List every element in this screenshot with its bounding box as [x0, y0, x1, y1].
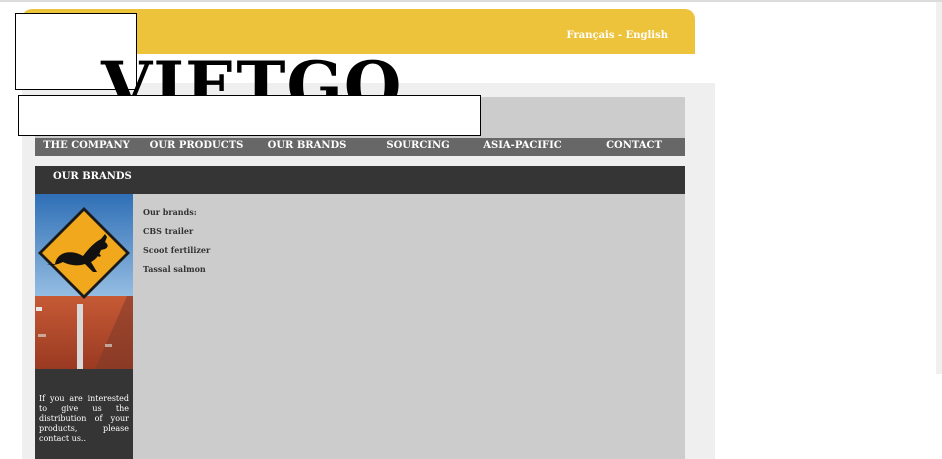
top-border: [0, 0, 942, 2]
nav-asia-pacific[interactable]: ASIA-PACIFIC: [477, 138, 568, 156]
brand-item: Tassal salmon: [143, 264, 206, 274]
brand-item: Scoot fertilizer: [143, 245, 211, 255]
brands-heading: Our brands:: [143, 207, 197, 217]
lang-separator: -: [614, 30, 626, 41]
main-nav: THE COMPANY OUR PRODUCTS OUR BRANDS SOUR…: [35, 138, 685, 156]
sidebar: If you are interested to give us the dis…: [35, 194, 133, 459]
kangaroo-crossing-sign-image: [35, 194, 133, 369]
section-header: OUR BRANDS: [35, 166, 685, 194]
nav-sourcing[interactable]: SOURCING: [359, 138, 477, 156]
nav-our-brands[interactable]: OUR BRANDS: [255, 138, 359, 156]
nav-contact[interactable]: CONTACT: [568, 138, 700, 156]
lang-english-link[interactable]: English: [626, 30, 668, 41]
scrollbar[interactable]: [936, 2, 942, 374]
language-links: Français - English: [567, 30, 668, 41]
sidebar-contact-text: If you are interested to give us the dis…: [39, 394, 129, 443]
content-area: Our brands: CBS trailer Scoot fertilizer…: [133, 194, 685, 459]
nav-our-products[interactable]: OUR PRODUCTS: [138, 138, 255, 156]
lang-french-link[interactable]: Français: [567, 30, 615, 41]
banner-placeholder-box: [18, 95, 481, 136]
nav-the-company[interactable]: THE COMPANY: [35, 138, 138, 156]
brands-list: Our brands: CBS trailer Scoot fertilizer…: [143, 207, 210, 283]
brand-item: CBS trailer: [143, 226, 194, 236]
section-title: OUR BRANDS: [53, 171, 132, 182]
